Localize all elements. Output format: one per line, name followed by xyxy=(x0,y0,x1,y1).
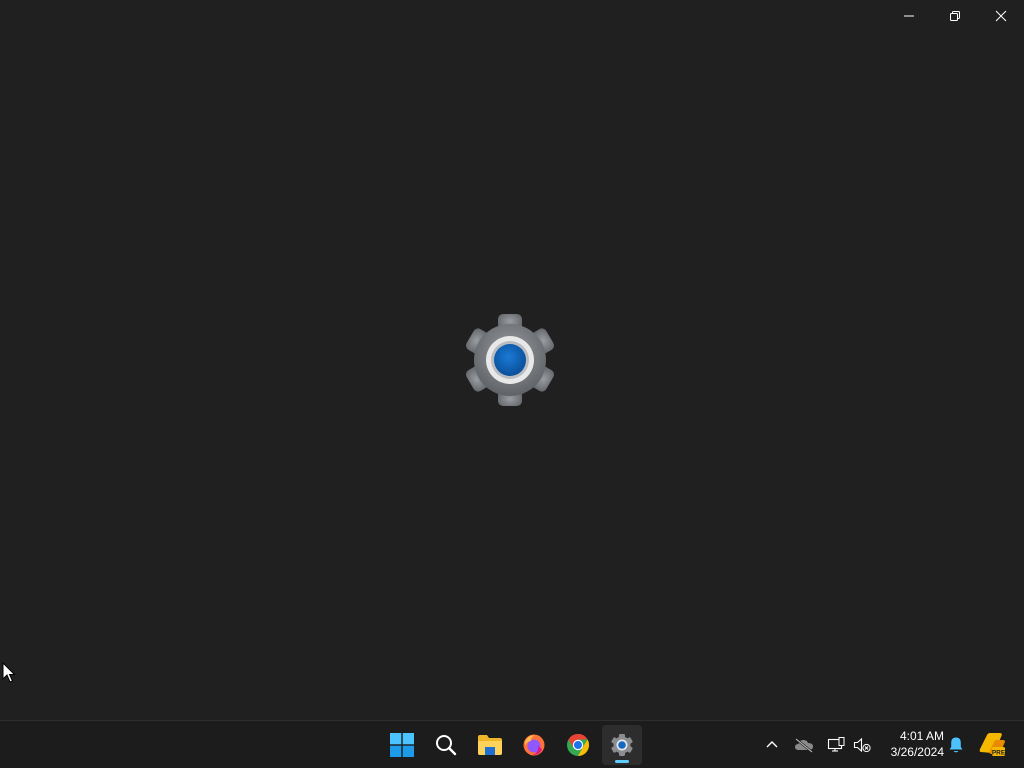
volume-muted-icon xyxy=(853,737,871,753)
windows-logo-icon xyxy=(390,733,414,757)
chevron-up-icon xyxy=(766,741,778,748)
bell-icon xyxy=(949,737,963,753)
search-button[interactable] xyxy=(426,725,466,765)
onedrive-icon xyxy=(795,738,813,753)
onedrive-tray-button[interactable] xyxy=(791,731,817,759)
folder-icon xyxy=(478,735,502,755)
show-hidden-icons-button[interactable] xyxy=(759,731,785,759)
search-icon xyxy=(436,735,457,756)
chrome-icon xyxy=(567,734,589,756)
settings-gear-icon xyxy=(465,314,555,406)
start-button[interactable] xyxy=(382,725,422,765)
clock-date: 3/26/2024 xyxy=(890,745,944,759)
firefox-icon xyxy=(523,734,545,756)
mouse-cursor-icon xyxy=(2,662,16,683)
network-tray-button[interactable] xyxy=(823,731,849,759)
close-button[interactable] xyxy=(978,0,1024,32)
active-app-indicator xyxy=(615,760,629,763)
restore-button[interactable] xyxy=(932,0,978,32)
volume-tray-button[interactable] xyxy=(849,731,875,759)
network-icon xyxy=(827,737,845,752)
taskbar: 4:01 AM 3/26/2024 PRE xyxy=(0,720,1024,768)
file-explorer-button[interactable] xyxy=(470,725,510,765)
chrome-button[interactable] xyxy=(558,725,598,765)
clock[interactable]: 4:01 AM 3/26/2024 xyxy=(878,728,944,760)
minimize-button[interactable] xyxy=(886,0,932,32)
pre-badge-icon: PRE xyxy=(979,733,1006,757)
copilot-preview-button[interactable]: PRE xyxy=(976,731,1008,759)
settings-gear-icon xyxy=(611,734,633,756)
pre-badge-label: PRE xyxy=(992,750,1006,757)
settings-window xyxy=(0,0,1024,720)
minimize-icon xyxy=(904,15,914,17)
settings-taskbar-button[interactable] xyxy=(602,725,642,765)
restore-icon xyxy=(950,11,960,21)
close-icon xyxy=(995,10,1007,22)
firefox-button[interactable] xyxy=(514,725,554,765)
clock-time: 4:01 AM xyxy=(899,729,944,743)
notifications-button[interactable] xyxy=(943,731,969,759)
